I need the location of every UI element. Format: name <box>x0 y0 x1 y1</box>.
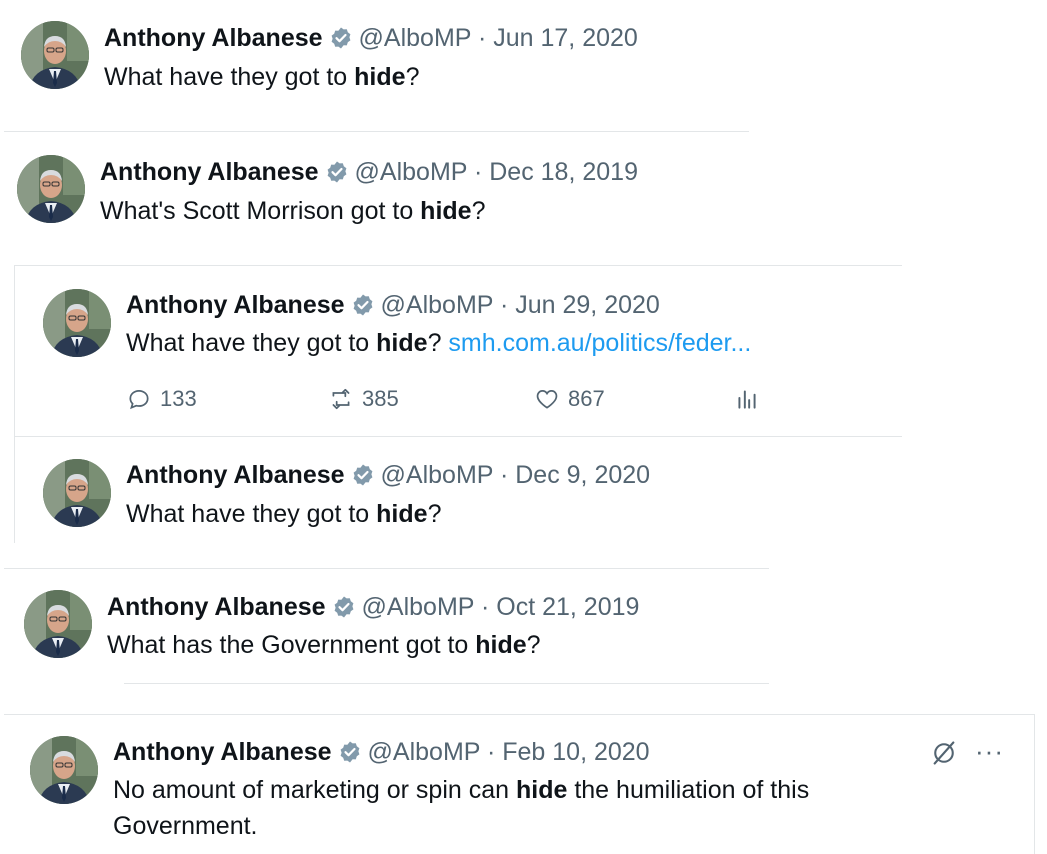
author-handle[interactable]: @AlboMP <box>381 291 493 319</box>
tweet-text-line2: Government. <box>113 812 258 840</box>
tweet-actions: 133 385 867 <box>126 386 786 416</box>
author-name[interactable]: Anthony Albanese <box>126 461 345 489</box>
author-name[interactable]: Anthony Albanese <box>104 24 323 52</box>
author-name[interactable]: Anthony Albanese <box>107 593 326 621</box>
tweet-text: No amount of marketing or spin can hide … <box>113 776 810 804</box>
author-handle[interactable]: @AlboMP <box>359 24 471 52</box>
more-icon[interactable]: ··· <box>975 736 1004 767</box>
tweet-text: What has the Government got to hide? <box>107 631 541 659</box>
divider-vertical <box>1034 714 1035 854</box>
verified-badge-icon <box>351 463 375 487</box>
divider <box>4 568 769 569</box>
author-name[interactable]: Anthony Albanese <box>113 738 332 766</box>
avatar[interactable] <box>43 289 111 357</box>
divider <box>14 436 902 437</box>
tweet-date[interactable]: Feb 10, 2020 <box>502 738 649 766</box>
tweet-text: What have they got to hide? <box>104 63 420 91</box>
views-icon <box>738 390 756 409</box>
tweet-text: What's Scott Morrison got to hide? <box>100 197 486 225</box>
avatar[interactable] <box>30 736 98 804</box>
separator-dot: · <box>499 291 509 319</box>
heart-icon <box>536 390 558 409</box>
verified-badge-icon <box>332 595 356 619</box>
verified-badge-icon <box>325 160 349 184</box>
retweet-count: 385 <box>362 386 399 411</box>
separator-dot: · <box>499 461 509 489</box>
separator-dot: · <box>486 738 496 766</box>
author-handle[interactable]: @AlboMP <box>381 461 493 489</box>
tweet-date[interactable]: Dec 18, 2019 <box>489 158 638 186</box>
like-button[interactable]: 867 <box>534 386 605 412</box>
avatar[interactable] <box>43 459 111 527</box>
like-count: 867 <box>568 386 605 411</box>
author-handle[interactable]: @AlboMP <box>362 593 474 621</box>
avatar[interactable] <box>24 590 92 658</box>
tweet-date[interactable]: Dec 9, 2020 <box>515 461 650 489</box>
verified-badge-icon <box>351 293 375 317</box>
views-button[interactable] <box>734 386 768 412</box>
author-name[interactable]: Anthony Albanese <box>100 158 319 186</box>
separator-dot: · <box>473 158 483 186</box>
tweet-date[interactable]: Jun 29, 2020 <box>515 291 660 319</box>
verified-badge-icon <box>329 26 353 50</box>
grok-icon[interactable] <box>930 739 958 767</box>
reply-icon <box>129 390 149 410</box>
verified-badge-icon <box>338 740 362 764</box>
separator-dot: · <box>477 24 487 52</box>
reply-count: 133 <box>160 386 197 411</box>
retweet-icon <box>332 388 350 410</box>
author-name[interactable]: Anthony Albanese <box>126 291 345 319</box>
tweet-text: What have they got to hide? smh.com.au/p… <box>126 329 752 357</box>
divider <box>14 265 902 266</box>
avatar[interactable] <box>17 155 85 223</box>
reply-button[interactable]: 133 <box>126 386 197 412</box>
tweet-link[interactable]: smh.com.au/politics/feder... <box>448 329 751 357</box>
retweet-button[interactable]: 385 <box>328 386 399 412</box>
tweet-text: What have they got to hide? <box>126 500 442 528</box>
divider <box>4 131 749 132</box>
author-handle[interactable]: @AlboMP <box>355 158 467 186</box>
author-handle[interactable]: @AlboMP <box>368 738 480 766</box>
tweet-date[interactable]: Oct 21, 2019 <box>496 593 639 621</box>
tweet-date[interactable]: Jun 17, 2020 <box>493 24 638 52</box>
avatar[interactable] <box>21 21 89 89</box>
divider <box>124 683 769 684</box>
separator-dot: · <box>480 593 490 621</box>
divider-vertical <box>14 265 15 543</box>
divider <box>4 714 1034 715</box>
